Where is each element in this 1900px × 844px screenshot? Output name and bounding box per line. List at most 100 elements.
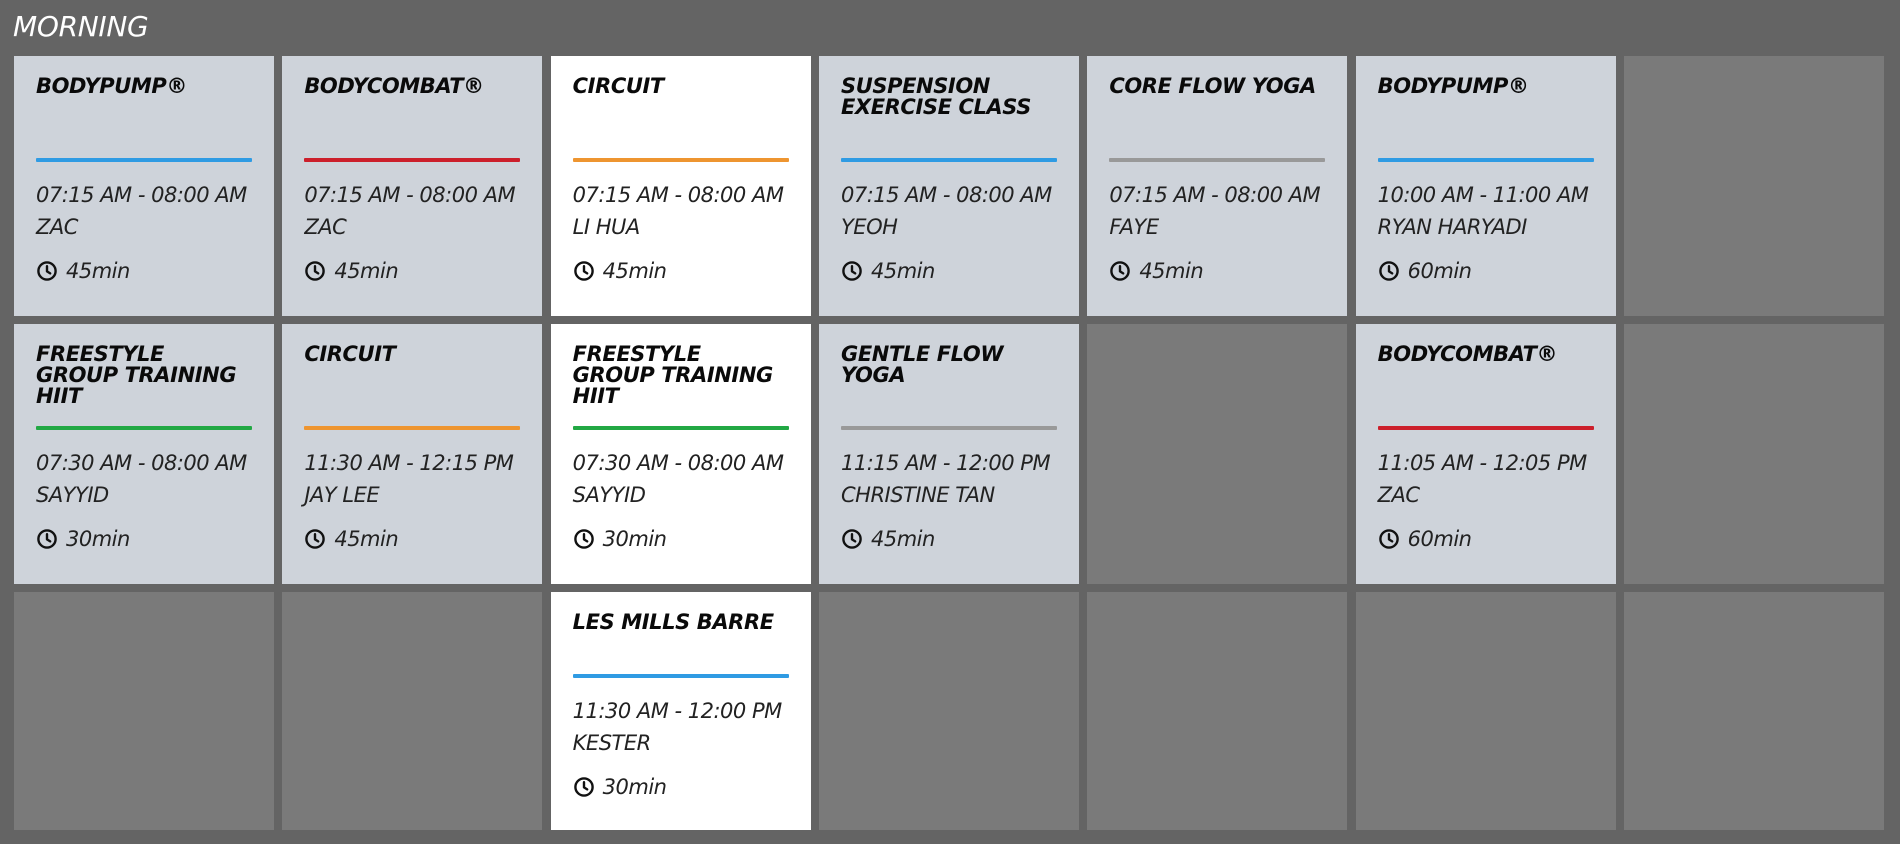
clock-icon [573,260,595,282]
class-card[interactable]: CIRCUIT 11:30 AM - 12:15 PM JAY LEE 45mi… [282,324,543,584]
class-time: 07:15 AM - 08:00 AM [840,183,1052,207]
class-accent-line [572,158,789,162]
class-accent-line [36,426,252,430]
class-duration: 30min [36,526,252,552]
class-instructor: SAYYID [36,483,109,507]
class-accent-line [572,426,789,430]
class-card[interactable]: SUSPENSION EXERCISE CLASS 07:15 AM - 08:… [818,56,1079,316]
class-accent-line [304,426,521,430]
class-card[interactable]: GENTLE FLOW YOGA 11:15 AM - 12:00 PM CHR… [818,324,1079,584]
class-accent-line [572,674,789,678]
class-card[interactable]: FREESTYLE GROUP TRAINING HIIT 07:30 AM -… [14,324,274,584]
class-time: 07:15 AM - 08:00 AM [572,183,784,207]
class-accent-line [1109,158,1326,162]
class-name: LES MILLS BARRE [572,612,774,634]
class-duration: 45min [36,258,252,284]
section-title: MORNING [13,10,149,43]
clock-icon [36,528,58,550]
duration-text: 30min [602,527,667,551]
class-accent-line [1377,426,1594,430]
class-accent-line [304,158,521,162]
empty-slot [1355,592,1616,830]
class-instructor: KESTER [572,731,652,755]
clock-icon [36,260,58,282]
duration-text: 45min [870,259,935,283]
clock-icon [573,528,595,550]
duration-text: 45min [334,527,399,551]
class-instructor: RYAN HARYADI [1377,215,1528,239]
class-name: CIRCUIT [304,344,396,366]
clock-icon [841,260,863,282]
class-duration: 45min [573,258,789,284]
empty-slot [1623,324,1884,584]
clock-icon [1378,260,1400,282]
clock-icon [304,528,326,550]
class-card[interactable]: CIRCUIT 07:15 AM - 08:00 AM LI HUA 45min [550,56,811,316]
class-time: 07:15 AM - 08:00 AM [1109,183,1321,207]
empty-slot [14,592,274,830]
class-instructor: YEOH [840,215,898,239]
class-duration: 60min [1378,258,1594,284]
class-instructor: ZAC [304,215,347,239]
duration-text: 30min [66,527,130,551]
class-name: CIRCUIT [572,76,665,98]
class-time: 11:30 AM - 12:15 PM [304,451,514,475]
duration-text: 45min [1139,259,1204,283]
class-duration: 45min [304,526,520,552]
class-time: 07:30 AM - 08:00 AM [572,451,784,475]
class-instructor: FAYE [1109,215,1159,239]
empty-slot [1623,56,1884,316]
class-duration: 45min [304,258,520,284]
class-instructor: CHRISTINE TAN [840,483,995,507]
class-card[interactable]: BODYCOMBAT® 07:15 AM - 08:00 AM ZAC 45mi… [282,56,543,316]
class-time: 11:30 AM - 12:00 PM [572,699,783,723]
class-name: CORE FLOW YOGA [1109,76,1316,98]
schedule-grid: BODYPUMP® 07:15 AM - 08:00 AM ZAC 45min … [14,56,1886,830]
class-accent-line [1377,158,1594,162]
class-accent-line [840,426,1057,430]
class-card[interactable]: BODYPUMP® 07:15 AM - 08:00 AM ZAC 45min [14,56,274,316]
class-accent-line [36,158,252,162]
duration-text: 45min [602,259,667,283]
duration-text: 45min [66,259,130,283]
class-instructor: SAYYID [572,483,646,507]
class-duration: 30min [573,774,789,800]
empty-slot [1087,324,1348,584]
class-name: FREESTYLE GROUP TRAINING HIIT [572,344,774,408]
class-time: 11:15 AM - 12:00 PM [840,451,1051,475]
class-duration: 45min [841,526,1057,552]
class-name: BODYPUMP® [36,76,187,98]
duration-text: 60min [1407,527,1472,551]
class-card[interactable]: LES MILLS BARRE 11:30 AM - 12:00 PM KEST… [550,592,811,830]
empty-slot [1623,592,1884,830]
empty-slot [818,592,1079,830]
class-name: FREESTYLE GROUP TRAINING HIIT [36,344,237,408]
class-name: SUSPENSION EXERCISE CLASS [840,76,1031,119]
class-name: GENTLE FLOW YOGA [840,344,1004,387]
duration-text: 30min [602,775,667,799]
class-duration: 45min [1109,258,1325,284]
empty-slot [282,592,543,830]
class-time: 07:15 AM - 08:00 AM [36,183,247,207]
class-instructor: JAY LEE [304,483,380,507]
clock-icon [573,776,595,798]
class-card[interactable]: FREESTYLE GROUP TRAINING HIIT 07:30 AM -… [550,324,811,584]
class-time: 07:15 AM - 08:00 AM [304,183,516,207]
class-name: BODYCOMBAT® [304,76,484,98]
class-duration: 30min [573,526,789,552]
class-card[interactable]: BODYPUMP® 10:00 AM - 11:00 AM RYAN HARYA… [1355,56,1616,316]
class-time: 10:00 AM - 11:00 AM [1377,183,1589,207]
class-duration: 45min [841,258,1057,284]
class-card[interactable]: BODYCOMBAT® 11:05 AM - 12:05 PM ZAC 60mi… [1355,324,1616,584]
class-time: 11:05 AM - 12:05 PM [1377,451,1588,475]
clock-icon [1109,260,1131,282]
clock-icon [841,528,863,550]
class-card[interactable]: CORE FLOW YOGA 07:15 AM - 08:00 AM FAYE … [1087,56,1348,316]
duration-text: 60min [1407,259,1472,283]
class-time: 07:30 AM - 08:00 AM [36,451,247,475]
empty-slot [1087,592,1348,830]
class-instructor: ZAC [36,215,78,239]
clock-icon [1378,528,1400,550]
class-name: BODYPUMP® [1377,76,1529,98]
class-instructor: LI HUA [572,215,641,239]
